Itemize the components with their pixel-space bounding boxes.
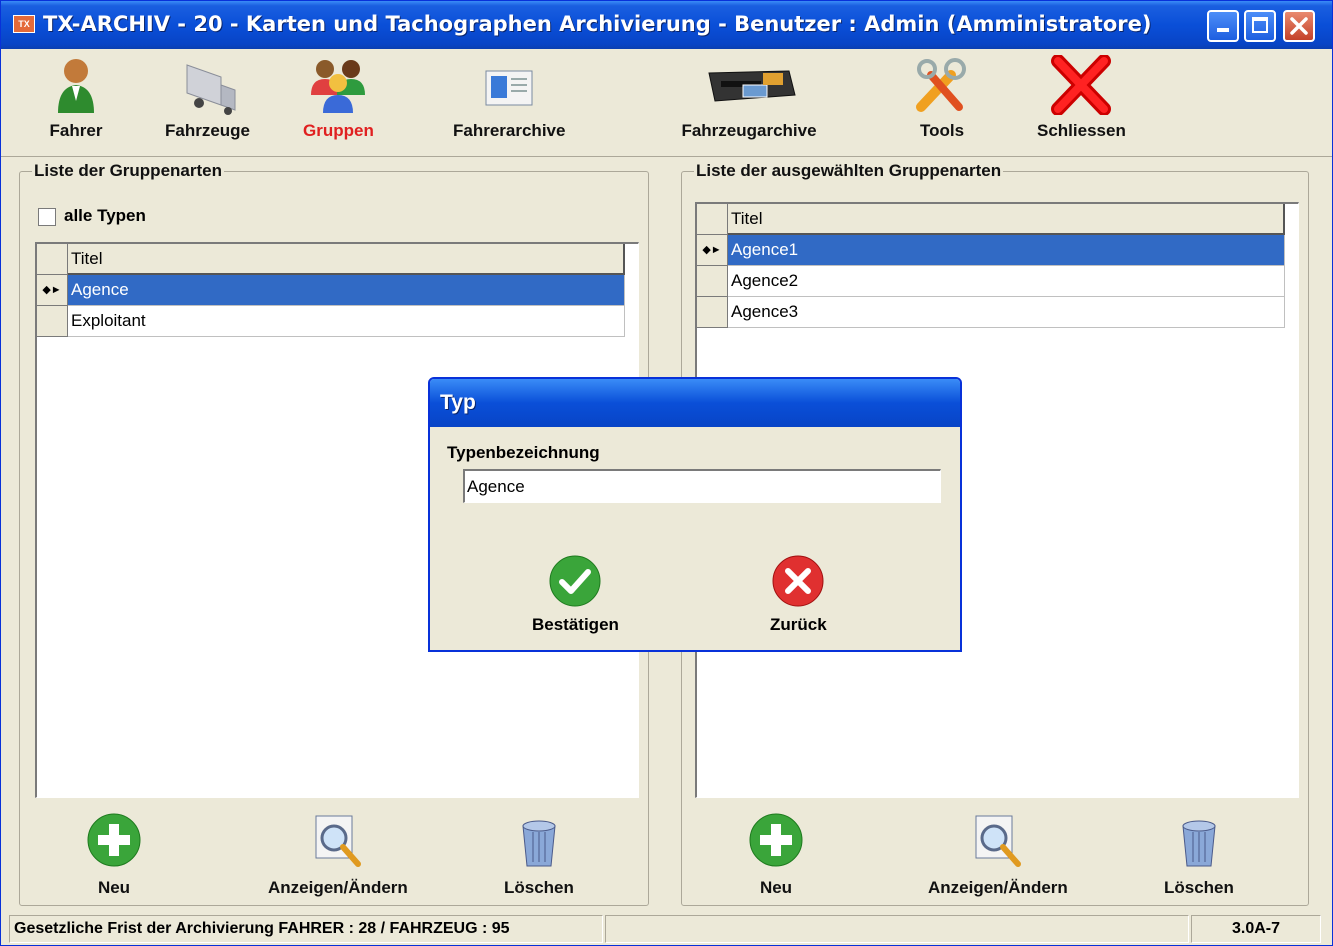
row-indicator [697,297,728,328]
grid-header: Titel [37,244,638,275]
left-action-buttons: Neu Anzeigen/Ändern Löschen [20,812,648,902]
button-label: Neu [759,878,793,897]
status-version: 3.0A-7 [1191,915,1321,943]
new-button[interactable]: Neu [748,812,804,898]
checkbox-label: alle Typen [64,206,146,225]
grid-header: Titel [697,204,1298,235]
cancel-icon [772,555,824,607]
status-empty-panel [605,915,1189,943]
toolbar-schliessen-button[interactable]: Schliessen [1037,54,1126,141]
card-icon [474,55,544,115]
button-label: Neu [97,878,131,897]
toolbar-fahrzeuge-button[interactable]: Fahrzeuge [165,55,250,141]
toolbar-label: Fahrer [49,121,103,140]
magnifier-icon [310,812,366,868]
row-indicator-header [37,244,68,275]
trash-icon [1171,812,1227,868]
magnifier-icon [970,812,1026,868]
button-label: Zurück [770,615,827,634]
minimize-button[interactable] [1207,10,1239,42]
button-label: Löschen [504,878,574,897]
dialog-title[interactable]: Typ [430,379,960,427]
toolbar-label: Tools [919,121,965,140]
row-indicator [697,266,728,297]
table-cell[interactable]: Agence2 [728,266,1285,297]
button-label: Anzeigen/Ändern [928,878,1068,897]
delete-button[interactable]: Löschen [1164,812,1234,898]
add-icon [748,812,804,868]
toolbar-fahrer-button[interactable]: Fahrer [41,55,111,141]
toolbar-fahrerarchive-button[interactable]: Fahrerarchive [453,55,565,141]
toolbar-label: Fahrzeuge [165,121,251,140]
current-row-indicator-icon: ◆► [37,275,68,306]
close-x-icon [1046,54,1116,116]
table-row[interactable]: Agence2 [697,266,1298,297]
maximize-icon [1252,17,1268,33]
window-title: TX-ARCHIV - 20 - Karten und Tachographen… [43,12,1152,36]
trash-icon [511,812,567,868]
button-label: Löschen [1164,878,1234,897]
truck-icon [173,55,243,115]
main-window: TX TX-ARCHIV - 20 - Karten und Tachograp… [0,0,1333,946]
title-bar[interactable]: TX TX-ARCHIV - 20 - Karten und Tachograp… [1,1,1332,49]
type-dialog: Typ Typenbezeichnung Bestätigen Zurück [428,377,962,652]
all-types-checkbox-row[interactable]: alle Typen [38,206,146,226]
close-icon [1290,17,1308,35]
edit-button[interactable]: Anzeigen/Ändern [928,812,1068,898]
toolbar-label: Fahrerarchive [453,121,566,140]
type-name-input[interactable] [463,469,941,503]
column-header-titel[interactable]: Titel [728,204,1285,235]
panel-title: Liste der Gruppenarten [32,161,224,181]
table-cell[interactable]: Agence3 [728,297,1285,328]
minimize-icon [1217,28,1229,32]
driver-icon [41,55,111,115]
button-label: Bestätigen [532,615,619,634]
toolbar-gruppen-button[interactable]: Gruppen [303,55,374,141]
toolbar: Fahrer Fahrzeuge Gruppen Fahrerarchive F… [1,49,1332,157]
type-name-label: Typenbezeichnung [447,443,600,462]
toolbar-tools-button[interactable]: Tools [907,55,977,141]
column-header-titel[interactable]: Titel [68,244,625,275]
new-button[interactable]: Neu [86,812,142,898]
status-bar: Gesetzliche Frist der Archivierung FAHRE… [1,913,1332,945]
table-cell[interactable]: Exploitant [68,306,625,337]
tools-icon [907,55,977,115]
right-action-buttons: Neu Anzeigen/Ändern Löschen [682,812,1308,902]
panel-title: Liste der ausgewählten Gruppenarten [694,161,1004,181]
confirm-button[interactable]: Bestätigen [532,555,619,635]
table-row[interactable]: Agence3 [697,297,1298,328]
tachograph-icon [671,55,827,115]
all-types-checkbox[interactable] [38,207,56,226]
maximize-button[interactable] [1244,10,1276,42]
toolbar-label: Schliessen [1037,121,1126,140]
back-button[interactable]: Zurück [770,555,827,635]
toolbar-label: Gruppen [303,121,374,140]
toolbar-label: Fahrzeugarchive [681,121,817,140]
close-window-button[interactable] [1283,10,1315,42]
table-row[interactable]: Exploitant [37,306,638,337]
table-cell[interactable]: Agence1 [728,235,1285,266]
row-indicator-header [697,204,728,235]
current-row-indicator-icon: ◆► [697,235,728,266]
add-icon [86,812,142,868]
edit-button[interactable]: Anzeigen/Ändern [268,812,408,898]
check-icon [549,555,601,607]
app-icon: TX [13,15,35,33]
button-label: Anzeigen/Ändern [268,878,408,897]
row-indicator [37,306,68,337]
toolbar-fahrzeugarchive-button[interactable]: Fahrzeugarchive [671,55,827,141]
table-row[interactable]: ◆► Agence [37,275,638,306]
status-archive-period: Gesetzliche Frist der Archivierung FAHRE… [9,915,603,943]
table-row[interactable]: ◆► Agence1 [697,235,1298,266]
group-icon [303,55,373,115]
delete-button[interactable]: Löschen [504,812,574,898]
table-cell[interactable]: Agence [68,275,625,306]
